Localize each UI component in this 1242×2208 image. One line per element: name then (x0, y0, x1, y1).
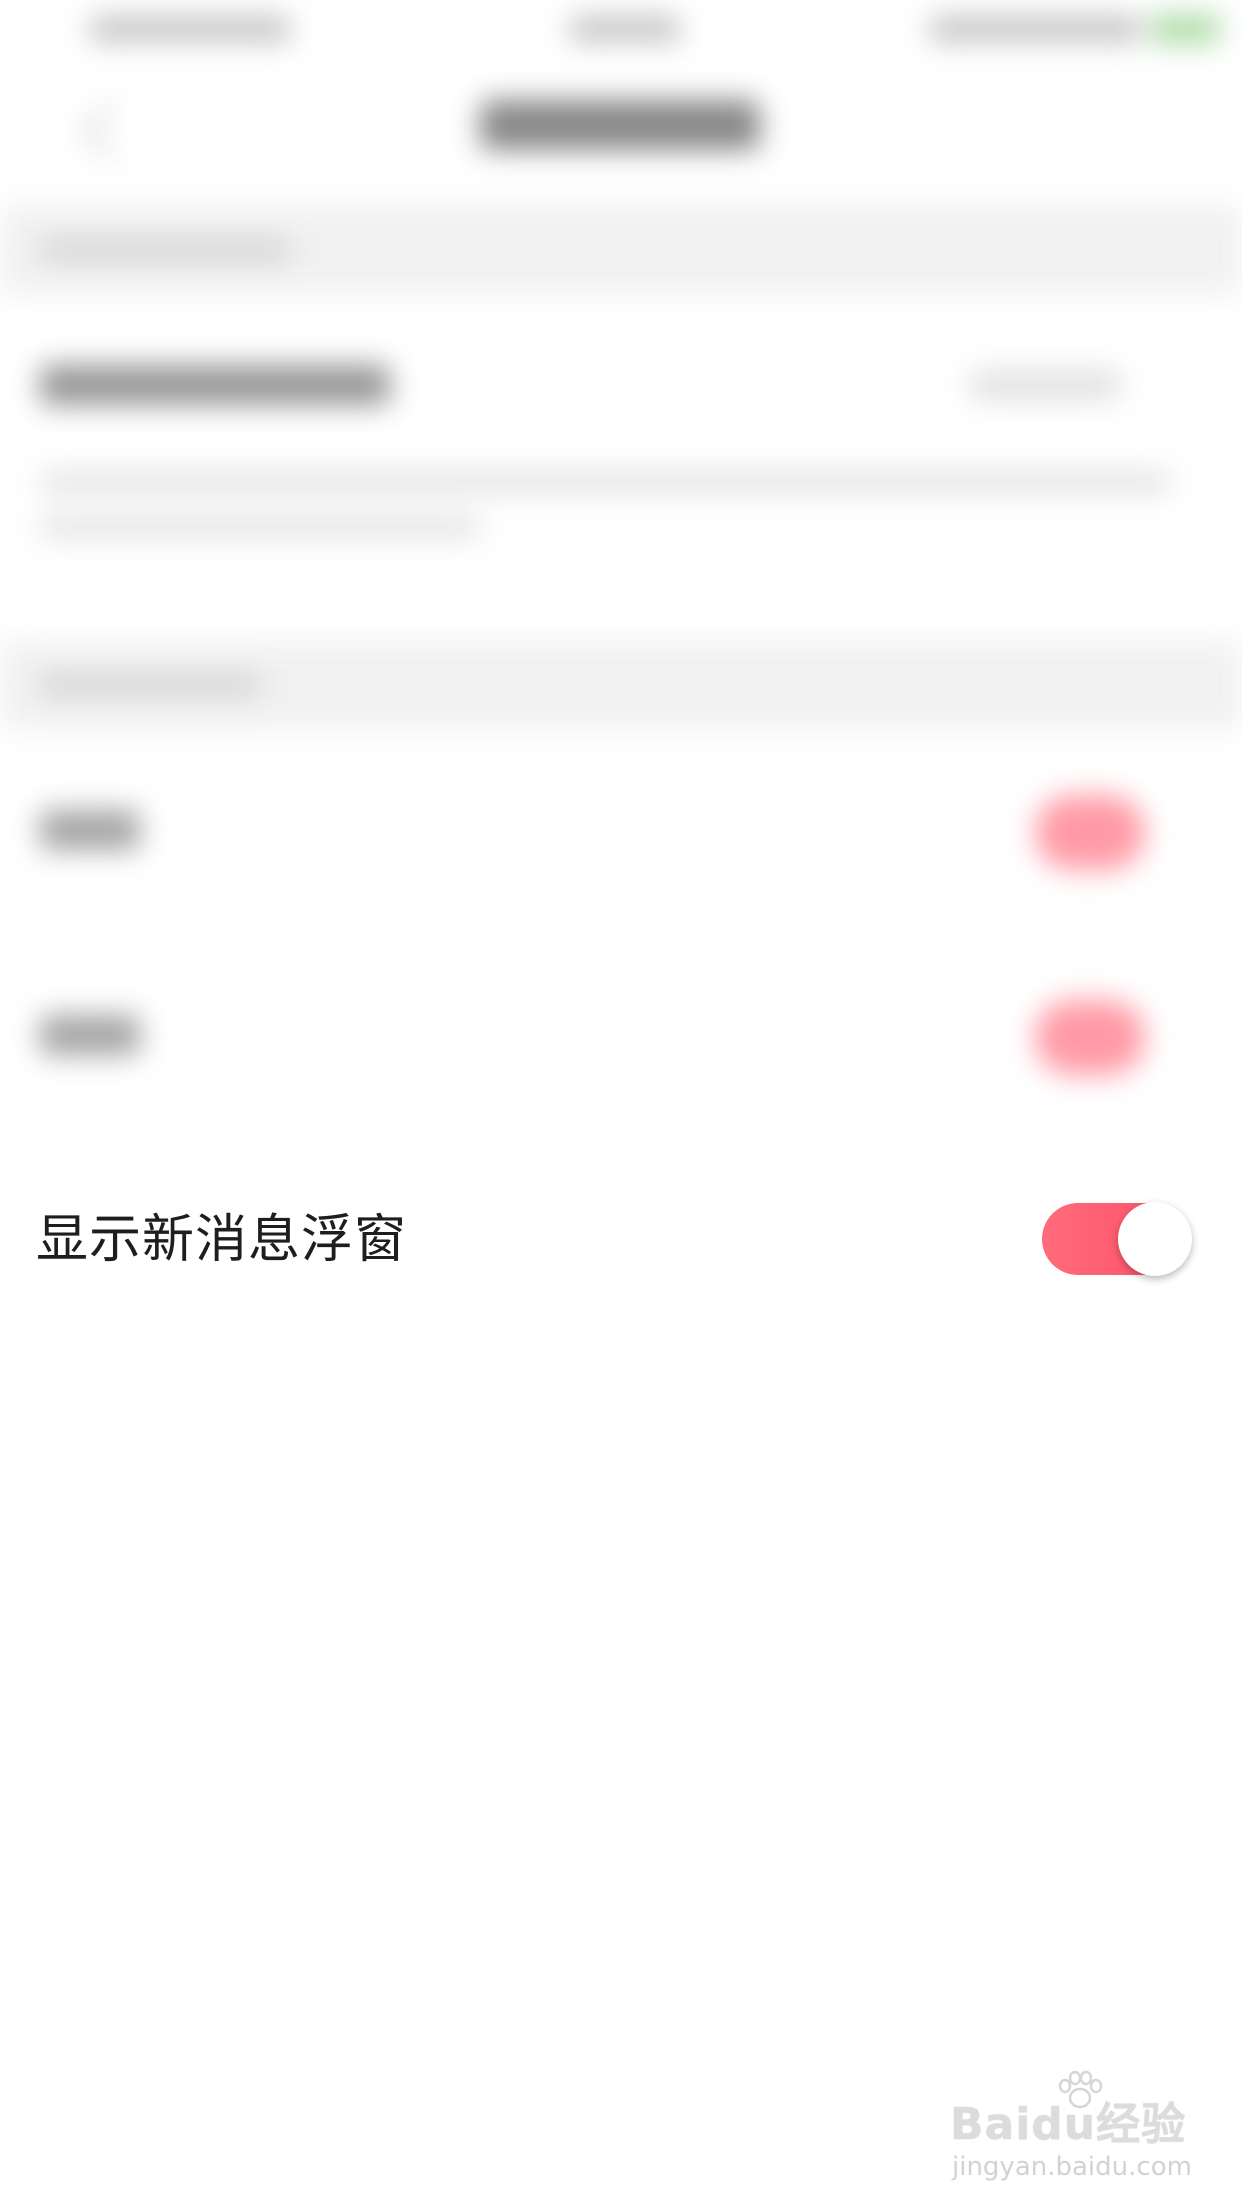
status-right-placeholder (930, 16, 1140, 42)
divider (40, 1140, 1240, 1142)
floating-window-toggle[interactable] (1042, 1202, 1192, 1276)
floating-window-setting-label: 显示新消息浮窗 (36, 1210, 408, 1270)
blurred-row-title (40, 365, 390, 405)
back-arrow-icon[interactable] (81, 101, 141, 161)
blurred-row-value (970, 370, 1120, 400)
settings-screen: 显示新消息浮窗 Baidu经验 jingyan.baidu.com (0, 0, 1242, 2208)
status-time-placeholder (570, 16, 680, 42)
blurred-toggle-2 (1035, 1000, 1145, 1075)
status-carrier-placeholder (90, 16, 290, 42)
watermark-logo-text: Baidu经验 (950, 2099, 1187, 2150)
divider (40, 930, 1240, 932)
battery-icon (1150, 14, 1220, 44)
navigation-bar (0, 60, 1242, 190)
blurred-setting-label-1 (40, 810, 140, 850)
blurred-description-line-1 (40, 470, 1170, 494)
section-header-2 (0, 640, 1242, 730)
section-header-2-placeholder (40, 674, 260, 696)
section-header-1 (0, 205, 1242, 295)
floating-window-setting-row: 显示新消息浮窗 (0, 1180, 1242, 1300)
watermark-url: jingyan.baidu.com (952, 2152, 1192, 2182)
page-title-placeholder (480, 100, 760, 150)
blurred-description-line-2 (40, 515, 480, 539)
toggle-knob (1118, 1202, 1192, 1276)
blurred-toggle-1 (1035, 795, 1145, 870)
status-bar (0, 0, 1242, 60)
baidu-jingyan-watermark: Baidu经验 jingyan.baidu.com (950, 2070, 1192, 2182)
section-header-1-placeholder (40, 239, 290, 261)
blurred-setting-label-2 (40, 1015, 140, 1055)
